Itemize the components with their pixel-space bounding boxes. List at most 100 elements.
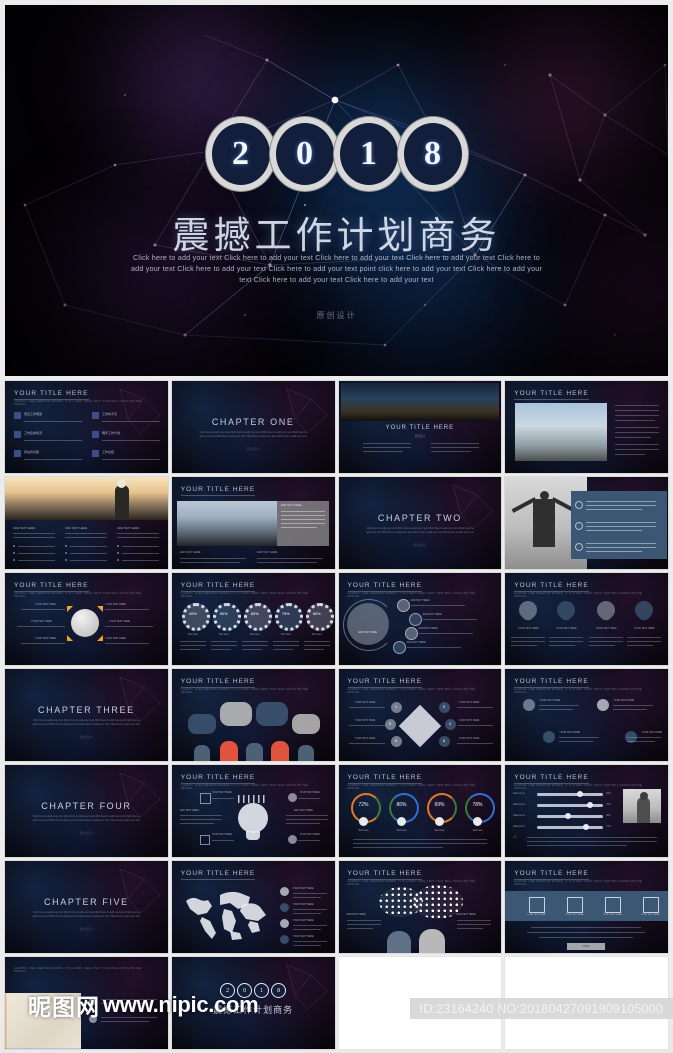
thumb-skyline-three-columns[interactable]: ADD TEXT HERE ADD TEXT HERE ADD TEXT HER… [5, 477, 168, 569]
icon-label-1: ADD TEXT HERE [410, 599, 430, 602]
map-list-bullet-2 [279, 903, 289, 912]
caption-1: ADD TEXT HERE [179, 551, 201, 554]
thumb-title: YOUR TITLE HERE [514, 390, 589, 400]
thumb-subtitle: CHARTS, LINE CREATIVE WORDS, IT IS A VER… [347, 688, 475, 694]
more-button[interactable]: MORE [567, 943, 606, 950]
thumb-night-city[interactable]: YOUR TITLE HERE 原创设计 [338, 381, 502, 473]
ring-caption-2: Text here [218, 633, 229, 636]
globe-icon [71, 609, 99, 637]
map-list-bullet-1 [279, 887, 289, 896]
bubble-cloud-right [412, 885, 463, 919]
thumb-contact-map[interactable]: CHARTS, LINE CREATIVE WORDS, IT IS A VER… [5, 957, 168, 1049]
bulb-side-label-right: ADD TEXT HERE [293, 809, 313, 812]
thumb-lightbulb-infographic[interactable]: YOUR TITLE HERE CHARTS, LINE CREATIVE WO… [171, 765, 335, 857]
thumb-day-city-text[interactable]: YOUR TITLE HERE [505, 381, 668, 473]
person-2 [219, 741, 238, 761]
end-cover-title: 震撼工作计划商务 [213, 1005, 294, 1015]
slider-percent-3: 48% [606, 815, 611, 817]
thumb-percent-rings[interactable]: YOUR TITLE HERE CHARTS, LINE CREATIVE WO… [171, 573, 335, 665]
chapter-credit: 原创设计 [413, 544, 427, 547]
thumb-four-pins[interactable]: YOUR TITLE HERE CHARTS, LINE CREATIVE WO… [505, 573, 668, 665]
thumb-title: YOUR TITLE HERE [385, 425, 455, 431]
year-digit-0: 2 [211, 123, 270, 185]
thumb-subtitle: CHARTS, LINE CREATIVE WORDS, IT IS A VER… [347, 592, 475, 598]
thumb-subtitle: CHARTS, LINE CREATIVE WORDS, IT IS A VER… [14, 592, 142, 598]
thumb-buildings-panel[interactable]: YOUR TITLE HERE ADD TEXT HERE ADD TEXT H… [171, 477, 335, 569]
step-number-5: 5 [394, 738, 398, 743]
thumb-chapter-two[interactable]: CHAPTER TWO Click here to add your text … [338, 477, 502, 569]
thumb-title: YOUR TITLE HERE [180, 870, 256, 880]
thumb-chapter-five[interactable]: CHAPTER FIVE Click here to add your text… [5, 861, 168, 953]
thumb-slider-bars-quote[interactable]: YOUR TITLE HERE CHARTS, LINE CREATIVE WO… [505, 765, 668, 857]
person-5 [297, 745, 314, 761]
world-map-icon [185, 891, 266, 940]
icon-bubble-4 [392, 641, 406, 654]
asset-id-text: ID:23164240 NO:20180427091909105000 [419, 1001, 663, 1016]
donut-caption-4: Text here [472, 829, 483, 832]
hero-subtitle: Click here to add your text Click here t… [130, 253, 543, 284]
slider-row-label-3: Data one in [513, 815, 525, 817]
step-number-3: 3 [388, 721, 392, 726]
thumb-row-5: CHAPTER FOUR Click here to add your text… [5, 765, 668, 857]
thumb-end-cover[interactable]: 2 0 1 8 震撼工作计划商务 [171, 957, 335, 1049]
thumb-world-map-list[interactable]: YOUR TITLE HERE YOUR TEXT HERE YOUR TEXT… [171, 861, 335, 953]
thumb-title: YOUR TITLE HERE [514, 870, 589, 880]
slider-row-label-2: Data one in [513, 804, 525, 806]
thumb-speech-bubbles-people[interactable]: YOUR TITLE HERE CHARTS, LINE CREATIVE WO… [171, 669, 335, 761]
thumb-circle-icon-list[interactable]: YOUR TITLE HERE CHARTS, LINE CREATIVE WO… [338, 573, 502, 665]
toc-item-6-label: 工作总结 [102, 450, 115, 454]
thumb-globe-diagram[interactable]: YOUR TITLE HERE CHARTS, LINE CREATIVE WO… [5, 573, 168, 665]
toc-item-3-label: 存在的问题 [24, 450, 40, 454]
thumb-toc[interactable]: YOUR TITLE HERE CHARTS, LINE CREATIVE WO… [5, 381, 168, 473]
chapter-title: CHAPTER THREE [38, 705, 135, 715]
cloud-label-right: ADD TEXT HERE [456, 913, 476, 916]
end-year-digit-1: 0 [237, 983, 253, 998]
chapter-title: CHAPTER TWO [377, 513, 462, 523]
ring-caption-4: Text here [280, 633, 291, 636]
thumb-subtitle: CHARTS, LINE CREATIVE WORDS, IT IS A VER… [180, 592, 309, 598]
thumb-chapter-one[interactable]: CHAPTER ONE Click here to add your text … [171, 381, 335, 473]
thumb-title: YOUR TITLE HERE [14, 582, 89, 592]
slider-percent-1: 65% [606, 793, 611, 795]
year-badges: 2 0 1 8 [5, 123, 668, 185]
step-label-1: YOUR TEXT HERE [354, 701, 376, 704]
speech-bubble-2 [219, 702, 252, 726]
percent-ring-1 [181, 603, 210, 631]
thumb-cheering-man-list[interactable] [505, 477, 668, 569]
step-number-6: 6 [442, 738, 446, 743]
nipic-template-preview-page: 2 0 1 8 震撼工作计划商务 Click here to add your … [0, 0, 673, 1049]
year-digit-3: 8 [403, 123, 462, 185]
step-label-4: YOUR TEXT HERE [458, 719, 480, 722]
thumb-donut-percent-chart[interactable]: YOUR TITLE HERE CHARTS, LINE CREATIVE WO… [338, 765, 502, 857]
toc-item-2-label: 工作完成情况 [24, 431, 43, 435]
label-right-3: YOUR TEXT HERE [105, 637, 126, 640]
thumb-four-icon-quadrant[interactable]: YOUR TITLE HERE CHARTS, LINE CREATIVE WO… [505, 669, 668, 761]
thumb-title: YOUR TITLE HERE [514, 774, 589, 784]
thumb-subtitle: CHARTS, LINE CREATIVE WORDS, IT IS A VER… [347, 784, 475, 790]
thumb-chapter-four[interactable]: CHAPTER FOUR Click here to add your text… [5, 765, 168, 857]
label-left-1: YOUR TEXT HERE [35, 603, 56, 606]
thumb-blue-band-icons[interactable]: YOUR TITLE HERE CHARTS, LINE CREATIVE WO… [505, 861, 668, 953]
chapter-title: CHAPTER FIVE [44, 897, 129, 907]
donut-value-2: 86% [396, 802, 407, 808]
thumb-diamond-six-steps[interactable]: YOUR TITLE HERE CHARTS, LINE CREATIVE WO… [338, 669, 502, 761]
thumb-heads-wordcloud[interactable]: YOUR TITLE HERE CHARTS, LINE CREATIVE WO… [338, 861, 502, 953]
band-label-3: YOUR TEXT HERE [602, 914, 622, 916]
person-1 [193, 745, 210, 761]
hero-cover-slide[interactable]: 2 0 1 8 震撼工作计划商务 Click here to add your … [5, 5, 668, 376]
speech-bubble-3 [255, 702, 288, 726]
thumb-subtitle: CHARTS, LINE CREATIVE WORDS, IT IS A VER… [180, 688, 309, 694]
percent-value-4: 75% [281, 611, 290, 616]
thumb-chapter-three[interactable]: CHAPTER THREE Click here to add your tex… [5, 669, 168, 761]
thumb-row-1: YOUR TITLE HERE CHARTS, LINE CREATIVE WO… [5, 381, 668, 473]
percent-value-1: 40% [188, 611, 197, 616]
thumb-title: YOUR TITLE HERE [347, 678, 423, 688]
icon-bubble-1 [396, 599, 410, 612]
donut-caption-2: Text here [396, 829, 407, 832]
chapter-credit: 原创设计 [246, 448, 260, 451]
more-button-label: MORE [582, 945, 590, 948]
caption-2: ADD TEXT HERE [256, 551, 278, 554]
slider-row-label-4: Data one in [513, 826, 525, 828]
icon-square-1 [199, 793, 211, 804]
chapter-body: Click here to add your text Click here t… [199, 431, 307, 438]
